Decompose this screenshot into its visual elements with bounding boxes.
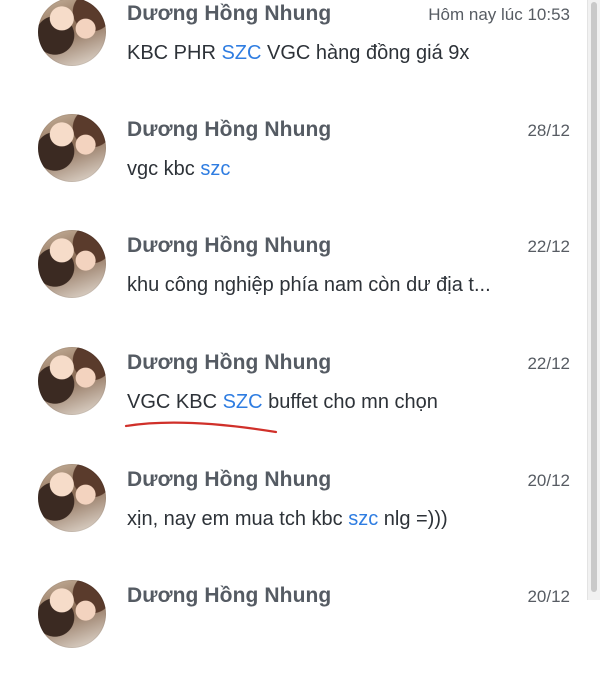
message-preview: khu công nghiệp phía nam còn dư địa t... [127,274,491,297]
sender-name: Dương Hồng Nhung [127,468,332,491]
scrollbar[interactable] [587,0,600,600]
red-underline-annotation [124,421,278,434]
avatar [38,230,106,298]
conversation-item[interactable]: Dương Hồng Nhung 22/12 VGC KBC SZC buffet … [0,347,588,465]
message-time: Hôm nay lúc 10:53 [428,5,570,24]
message-preview: vgc kbc szc [127,158,230,181]
scrollbar-thumb[interactable] [591,2,597,592]
sender-name: Dương Hồng Nhung [127,118,332,141]
message-preview: xịn, nay em mua tch kbc szc nlg =))) [127,508,448,531]
message-time: 28/12 [527,121,570,140]
message-text: khu công nghiệp phía nam còn dư địa t... [127,274,491,296]
message-text: nlg =))) [378,508,448,530]
message-text: buffet cho mn chọn [262,391,438,413]
message-time: 22/12 [527,354,570,373]
conversation-item[interactable]: Dương Hồng Nhung 20/12 [0,580,588,698]
sender-name: Dương Hồng Nhung [127,234,332,257]
sender-name: Dương Hồng Nhung [127,584,332,607]
message-text: vgc kbc [127,158,201,180]
conversation-item[interactable]: Dương Hồng Nhung 22/12 khu công nghiệp phí… [0,230,588,348]
message-text: KBC PHR [127,42,222,64]
message-text: VGC hàng đồng giá 9x [261,42,470,64]
conversation-item[interactable]: Dương Hồng Nhung Hôm nay lúc 10:53 KBC PHR… [0,0,588,116]
avatar [38,464,106,532]
avatar [38,347,106,415]
message-text: xịn, nay em mua tch kbc [127,508,349,530]
highlighted-keyword: SZC [222,391,263,413]
avatar [38,114,106,182]
conversation-item[interactable]: Dương Hồng Nhung 28/12 vgc kbc szc [0,114,588,232]
sender-name: Dương Hồng Nhung [127,351,332,374]
message-preview: VGC KBC SZC buffet cho mn chọn [127,391,438,414]
message-time: 22/12 [527,237,570,256]
avatar [38,0,106,66]
message-time: 20/12 [527,471,570,490]
highlighted-keyword: SZC [221,42,262,64]
message-text: VGC KBC [127,391,223,413]
message-preview: KBC PHR SZC VGC hàng đồng giá 9x [127,42,469,65]
highlighted-keyword: szc [200,158,231,180]
sender-name: Dương Hồng Nhung [127,2,332,25]
avatar [38,580,106,648]
message-time: 20/12 [527,587,570,606]
conversation-list: Dương Hồng Nhung Hôm nay lúc 10:53 KBC PHR… [0,0,588,648]
highlighted-keyword: szc [348,508,379,530]
conversation-item[interactable]: Dương Hồng Nhung 20/12 xịn, nay em mua tch… [0,464,588,582]
